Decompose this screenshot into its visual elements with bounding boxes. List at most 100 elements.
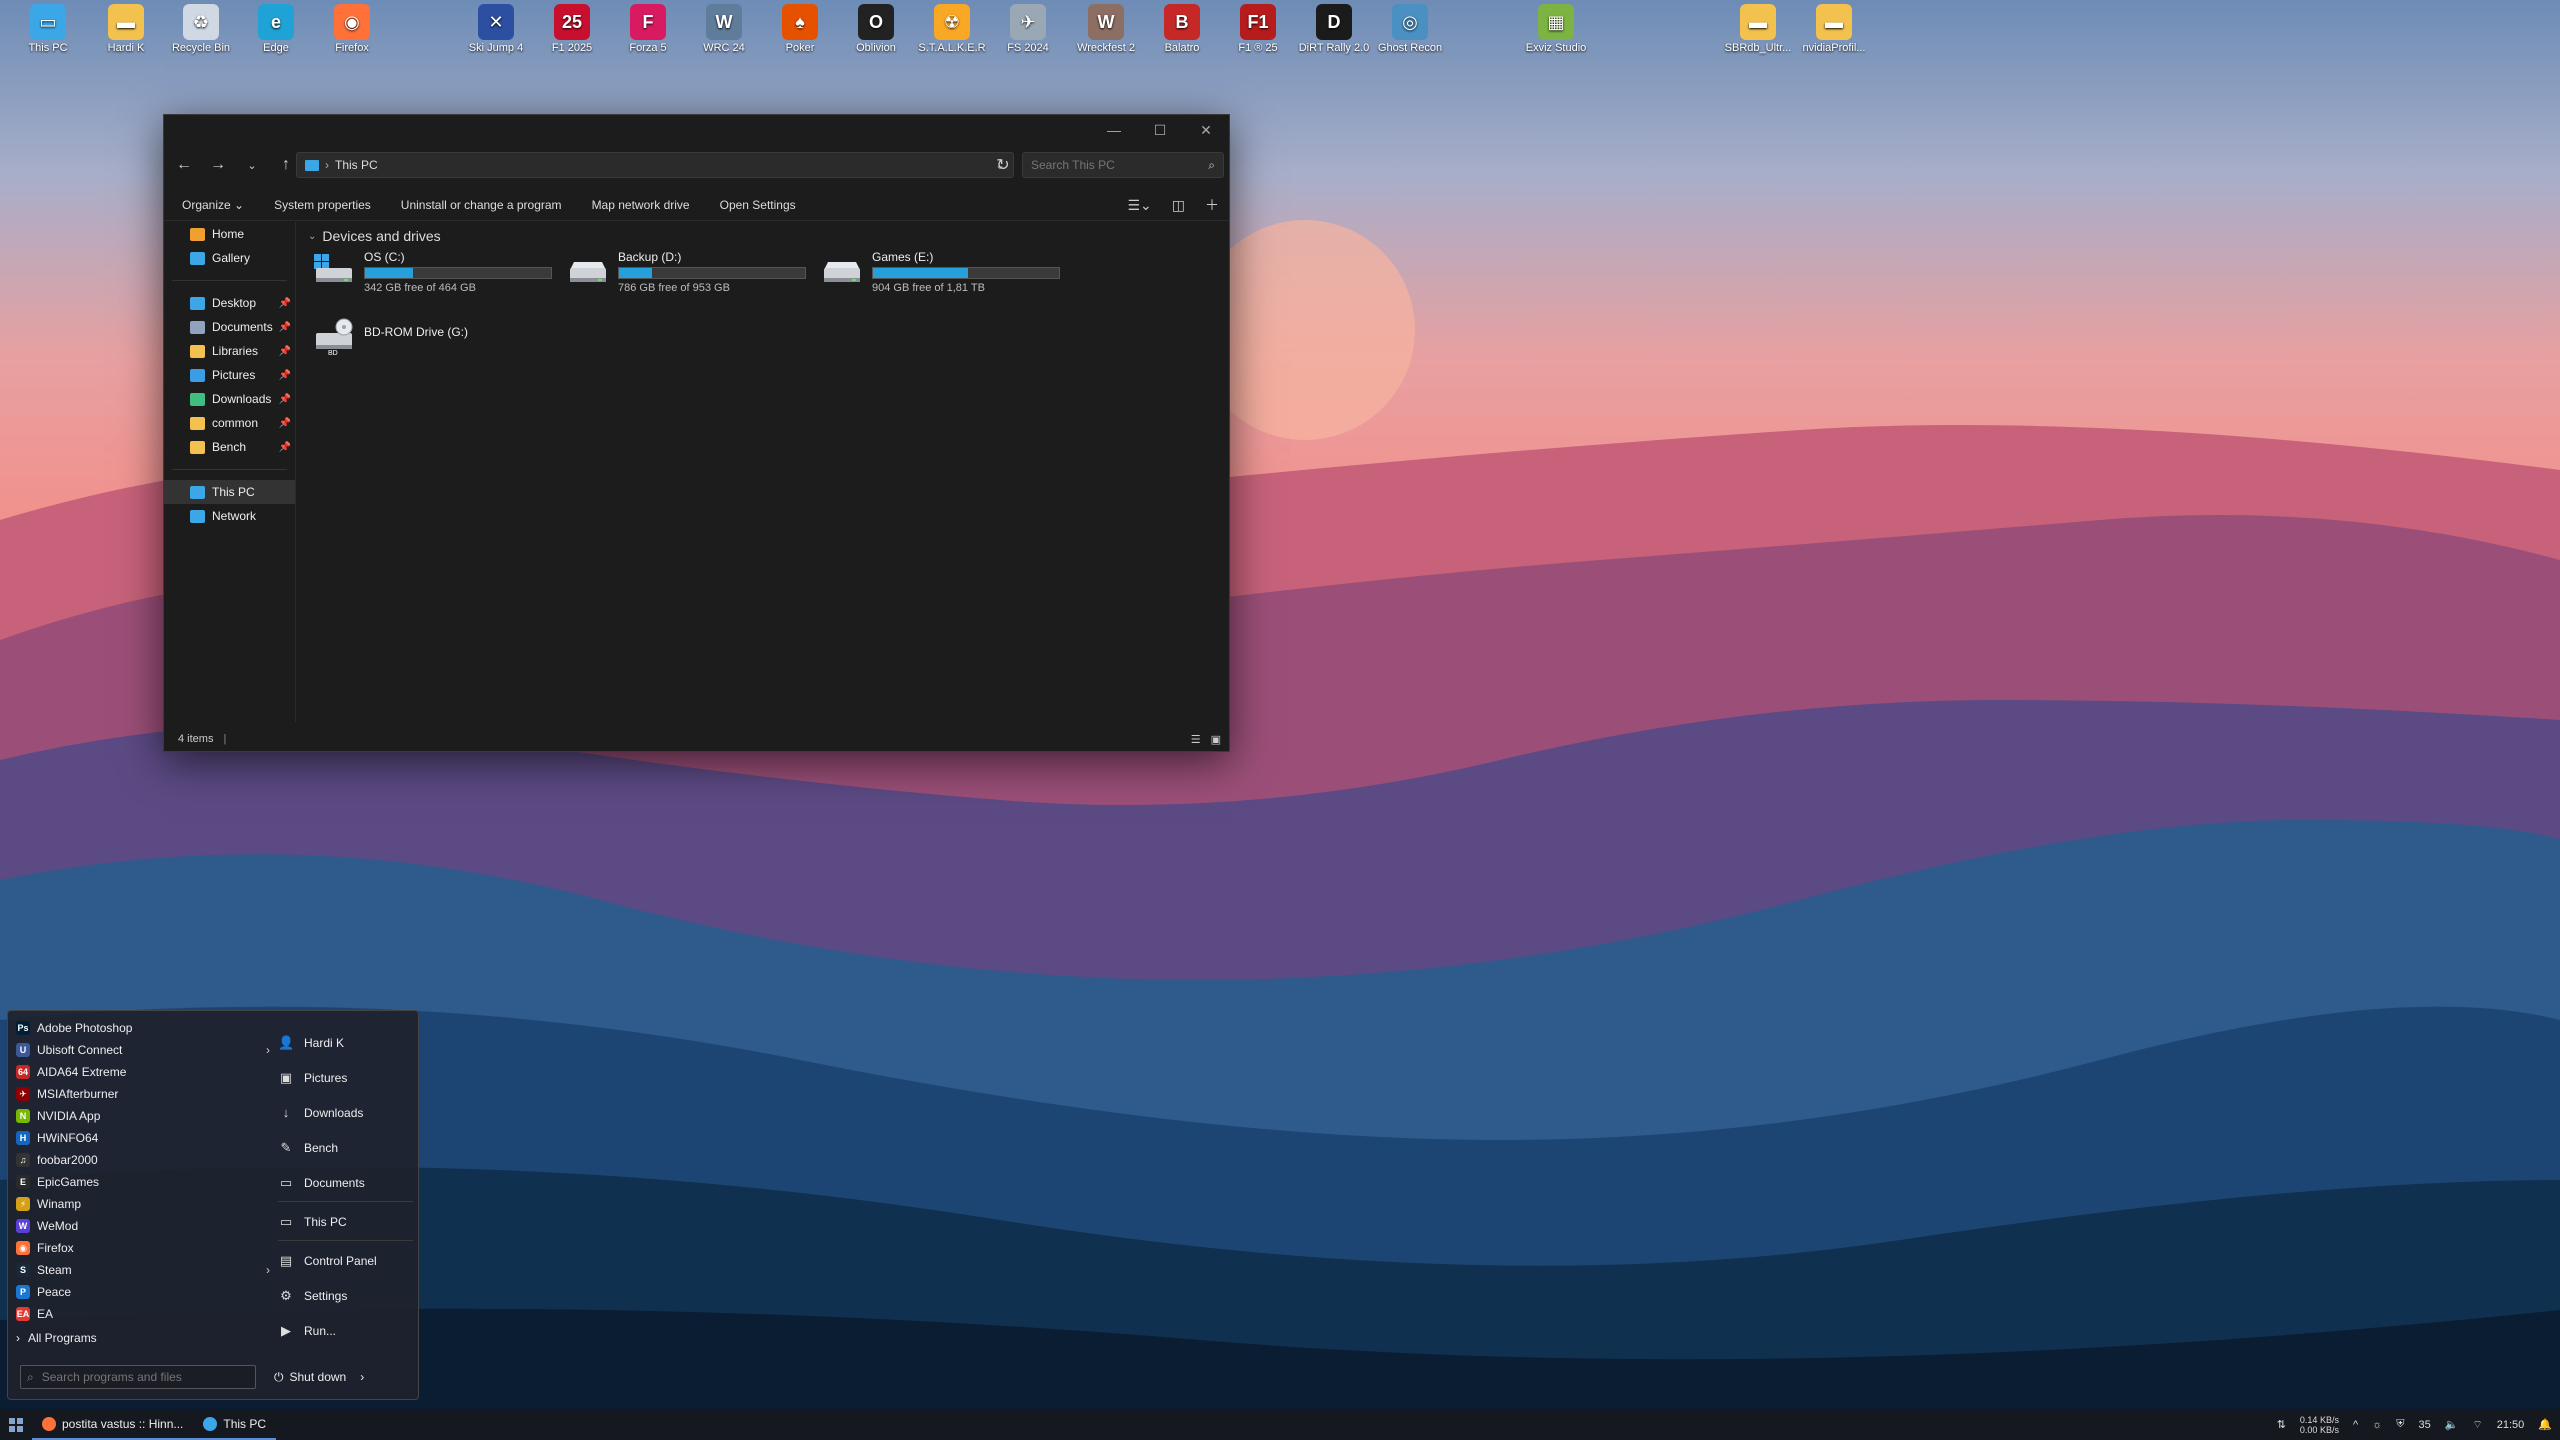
- drive-backup-d[interactable]: Backup (D:) 786 GB free of 953 GB: [568, 250, 818, 300]
- back-button[interactable]: ←: [170, 151, 198, 179]
- place-run[interactable]: ▶ Run...: [278, 1313, 413, 1348]
- minimize-button[interactable]: —: [1091, 115, 1137, 145]
- desktop-icon-wreckfest-2[interactable]: W Wreckfest 2: [1070, 4, 1142, 54]
- desktop-icon-forza-5[interactable]: F Forza 5: [612, 4, 684, 54]
- submenu-chevron-icon[interactable]: ›: [266, 1263, 270, 1277]
- show-hidden-icons[interactable]: ^: [2353, 1419, 2358, 1431]
- desktop-icon-oblivion[interactable]: O Oblivion: [840, 4, 912, 54]
- system-properties-button[interactable]: System properties: [274, 198, 371, 212]
- recent-locations-button[interactable]: ⌄: [238, 151, 266, 179]
- place-settings[interactable]: ⚙ Settings: [278, 1278, 413, 1313]
- pin-icon[interactable]: 📌: [279, 346, 291, 357]
- start-button[interactable]: [0, 1409, 32, 1440]
- program-msiafterburner[interactable]: ✈ MSIAfterburner: [16, 1083, 266, 1105]
- sidebar-item-libraries[interactable]: Libraries 📌: [164, 339, 295, 363]
- program-steam[interactable]: S Steam ›: [16, 1259, 270, 1281]
- program-ea[interactable]: EA EA: [16, 1303, 266, 1325]
- search-input[interactable]: [1031, 158, 1201, 172]
- desktop-icon-fs-2024[interactable]: ✈ FS 2024: [992, 4, 1064, 54]
- program-wemod[interactable]: W WeMod: [16, 1215, 266, 1237]
- desktop-icon-ghost-recon[interactable]: ◎ Ghost Recon: [1374, 4, 1446, 54]
- maximize-button[interactable]: ☐: [1137, 115, 1183, 145]
- desktop-icon-poker[interactable]: ♠ Poker: [764, 4, 836, 54]
- program-nvidia-app[interactable]: N NVIDIA App: [16, 1105, 266, 1127]
- start-search-box[interactable]: ⌕: [20, 1365, 256, 1389]
- sidebar-item-pictures[interactable]: Pictures 📌: [164, 363, 295, 387]
- place-pictures[interactable]: ▣ Pictures: [278, 1060, 413, 1095]
- place-hardi-k[interactable]: 👤 Hardi K: [278, 1025, 413, 1060]
- desktop-icon-dirt-rally-2-0[interactable]: D DiRT Rally 2.0: [1298, 4, 1370, 54]
- refresh-button[interactable]: ↻: [990, 152, 1016, 178]
- all-programs-button[interactable]: › All Programs: [16, 1331, 97, 1345]
- program-adobe-photoshop[interactable]: Ps Adobe Photoshop: [16, 1017, 266, 1039]
- preview-pane-icon[interactable]: ◫: [1172, 197, 1185, 214]
- map-network-drive-button[interactable]: Map network drive: [592, 198, 690, 212]
- desktop-icon-this-pc[interactable]: ▭ This PC: [12, 4, 84, 54]
- sidebar-item-bench[interactable]: Bench 📌: [164, 435, 295, 459]
- organize-button[interactable]: Organize ⌄: [182, 198, 244, 212]
- address-bar[interactable]: › This PC ⌄: [296, 152, 1014, 178]
- desktop-icon-s-t-a-l-k-e-r[interactable]: ☢ S.T.A.L.K.E.R: [916, 4, 988, 54]
- desktop-icon-f1-2025[interactable]: 25 F1 2025: [536, 4, 608, 54]
- sidebar-item-home[interactable]: Home: [164, 222, 295, 246]
- clock[interactable]: 21:50: [2497, 1419, 2525, 1431]
- sidebar-item-desktop[interactable]: Desktop 📌: [164, 291, 295, 315]
- program-peace[interactable]: P Peace: [16, 1281, 266, 1303]
- start-search-input[interactable]: [41, 1370, 232, 1384]
- view-options-icon[interactable]: ☰⌄: [1127, 197, 1151, 214]
- sidebar-item-common[interactable]: common 📌: [164, 411, 295, 435]
- program-winamp[interactable]: ⚡ Winamp: [16, 1193, 266, 1215]
- sidebar-item-gallery[interactable]: Gallery: [164, 246, 295, 270]
- desktop-icon-nvidiaprofil[interactable]: ▬ nvidiaProfil...: [1798, 4, 1870, 54]
- desktop-icon-edge[interactable]: e Edge: [240, 4, 312, 54]
- title-bar[interactable]: — ☐ ✕: [164, 115, 1229, 145]
- place-this-pc[interactable]: ▭ This PC: [278, 1204, 413, 1239]
- open-settings-button[interactable]: Open Settings: [720, 198, 796, 212]
- sidebar-item-documents[interactable]: Documents 📌: [164, 315, 295, 339]
- submenu-chevron-icon[interactable]: ›: [266, 1043, 270, 1057]
- place-documents[interactable]: ▭ Documents: [278, 1165, 413, 1200]
- wifi-icon[interactable]: ⌔: [2472, 1418, 2482, 1432]
- search-box[interactable]: ⌕: [1022, 152, 1224, 178]
- sidebar-item-network[interactable]: Network: [164, 504, 295, 528]
- desktop-icon-recycle-bin[interactable]: ♻ Recycle Bin: [165, 4, 237, 54]
- program-ubisoft-connect[interactable]: U Ubisoft Connect ›: [16, 1039, 270, 1061]
- pin-icon[interactable]: 📌: [279, 370, 291, 381]
- desktop-icon-sbrdb-ultr[interactable]: ▬ SBRdb_Ultr...: [1722, 4, 1794, 54]
- pin-icon[interactable]: 📌: [279, 418, 291, 429]
- place-control-panel[interactable]: ▤ Control Panel: [278, 1243, 413, 1278]
- desktop-icon-balatro[interactable]: B Balatro: [1146, 4, 1218, 54]
- uninstall-program-button[interactable]: Uninstall or change a program: [401, 198, 562, 212]
- shutdown-button[interactable]: ⏻ Shut down ›: [274, 1365, 364, 1389]
- desktop-icon-firefox[interactable]: ◉ Firefox: [316, 4, 388, 54]
- taskbar-item-this-pc[interactable]: This PC: [193, 1409, 277, 1440]
- desktop-icon-f1-25[interactable]: F1 F1 ® 25: [1222, 4, 1294, 54]
- program-hwinfo64[interactable]: H HWiNFO64: [16, 1127, 266, 1149]
- close-button[interactable]: ✕: [1183, 115, 1229, 145]
- volume-icon[interactable]: 🔈: [2445, 1418, 2459, 1431]
- details-view-icon[interactable]: ☰: [1191, 733, 1201, 746]
- taskbar-item-postita-vastus-hinn[interactable]: postita vastus :: Hinn...: [32, 1409, 194, 1440]
- sidebar-item-this-pc[interactable]: This PC: [164, 480, 295, 504]
- program-foobar2000[interactable]: ♫ foobar2000: [16, 1149, 266, 1171]
- drive-games-e[interactable]: Games (E:) 904 GB free of 1,81 TB: [822, 250, 1072, 300]
- place-bench[interactable]: ✎ Bench: [278, 1130, 413, 1165]
- drive-os-c[interactable]: OS (C:) 342 GB free of 464 GB: [314, 250, 564, 300]
- program-epicgames[interactable]: E EpicGames: [16, 1171, 266, 1193]
- shutdown-options-icon[interactable]: ›: [360, 1370, 364, 1384]
- pin-icon[interactable]: 📌: [279, 322, 291, 333]
- pin-icon[interactable]: 📌: [279, 442, 291, 453]
- shield-icon[interactable]: ⛨: [2396, 1418, 2404, 1431]
- desktop-icon-exviz-studio[interactable]: ▦ Exviz Studio: [1520, 4, 1592, 54]
- add-icon[interactable]: ＋: [1205, 195, 1219, 215]
- desktop-icon-wrc-24[interactable]: W WRC 24: [688, 4, 760, 54]
- sidebar-item-downloads[interactable]: Downloads 📌: [164, 387, 295, 411]
- drive-bd-rom-drive-g[interactable]: BD BD-ROM Drive (G:): [314, 313, 564, 363]
- forward-button[interactable]: →: [204, 151, 232, 179]
- desktop-icon-hardi-k[interactable]: ▬ Hardi K: [90, 4, 162, 54]
- pin-icon[interactable]: 📌: [279, 394, 291, 405]
- place-downloads[interactable]: ↓ Downloads: [278, 1095, 413, 1130]
- desktop-icon-ski-jump-4[interactable]: ✕ Ski Jump 4: [460, 4, 532, 54]
- devices-group-header[interactable]: ⌄ Devices and drives: [308, 228, 1229, 244]
- tiles-view-icon[interactable]: ▣: [1211, 733, 1221, 746]
